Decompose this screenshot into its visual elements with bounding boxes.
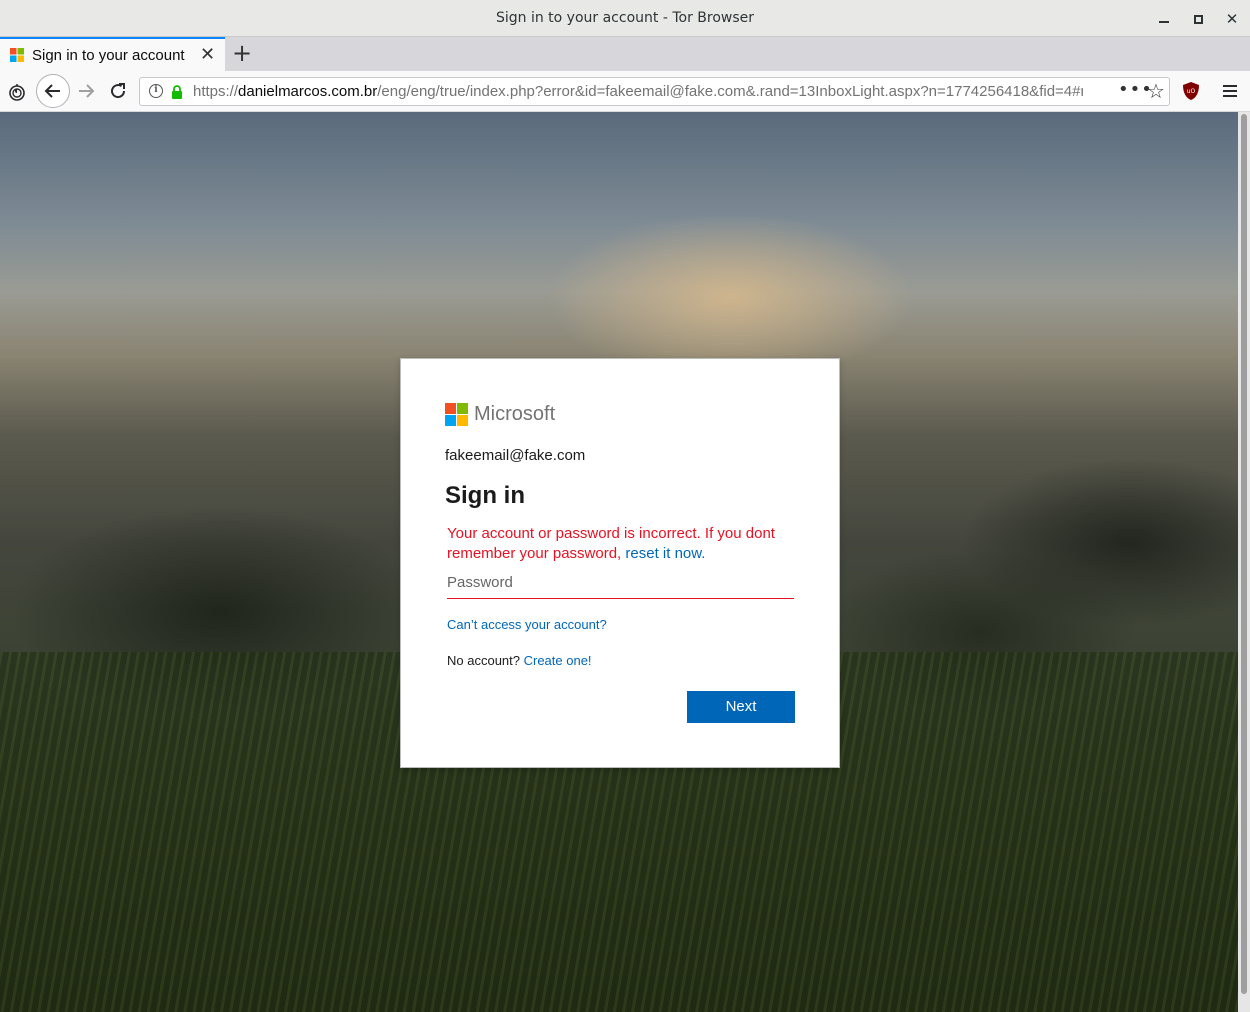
microsoft-wordmark: Microsoft — [474, 403, 556, 425]
url-path: /eng/eng/true/index.php?error&id=fakeema… — [377, 83, 1083, 100]
tab-label: Sign in to your account — [32, 47, 185, 64]
page-scrollbar[interactable] — [1238, 112, 1250, 1012]
no-account-label: No account? — [447, 653, 524, 668]
open-menu-button[interactable] — [1220, 81, 1240, 101]
svg-text:uO: uO — [1187, 88, 1196, 95]
url-bar[interactable]: i https://danielmarcos.com.br/eng/eng/tr… — [139, 77, 1170, 106]
forward-button[interactable] — [76, 81, 96, 101]
tab-sign-in[interactable]: Sign in to your account ✕ — [0, 37, 225, 71]
error-text: Your account or password is incorrect. I… — [447, 525, 775, 562]
microsoft-favicon-icon — [10, 48, 24, 62]
site-info-icon[interactable]: i — [149, 84, 163, 98]
close-icon: ✕ — [1225, 10, 1239, 28]
account-email: fakeemail@fake.com — [445, 447, 586, 464]
lock-icon[interactable] — [171, 85, 183, 99]
new-tab-button[interactable]: + — [232, 39, 252, 67]
reset-password-link[interactable]: reset it now. — [625, 545, 705, 562]
error-message: Your account or password is incorrect. I… — [447, 524, 807, 564]
tab-close-icon[interactable]: ✕ — [200, 44, 215, 65]
close-window-button[interactable]: ✕ — [1221, 8, 1243, 30]
reload-icon — [111, 83, 126, 99]
maximize-icon — [1193, 14, 1203, 24]
tab-strip: Sign in to your account ✕ + — [0, 37, 1250, 71]
ublock-origin-icon[interactable]: uO — [1182, 81, 1200, 101]
no-account-line: No account? Create one! — [447, 653, 592, 668]
reload-button[interactable] — [108, 81, 128, 101]
maximize-button[interactable] — [1187, 8, 1209, 30]
arrow-left-icon — [44, 84, 60, 98]
password-input[interactable] — [447, 570, 794, 599]
next-button[interactable]: Next — [687, 691, 795, 723]
window-title: Sign in to your account - Tor Browser — [495, 10, 755, 26]
cant-access-account-link[interactable]: Can’t access your account? — [447, 617, 607, 632]
tor-onion-icon[interactable] — [8, 83, 26, 101]
scrollbar-thumb[interactable] — [1241, 114, 1247, 994]
url-host: danielmarcos.com.br — [238, 83, 378, 100]
url-text[interactable]: https://danielmarcos.com.br/eng/eng/true… — [193, 83, 1083, 100]
window-titlebar: Sign in to your account - Tor Browser ✕ — [0, 0, 1250, 37]
back-button[interactable] — [36, 74, 70, 108]
microsoft-logo-icon — [445, 403, 468, 426]
hamburger-icon — [1223, 85, 1237, 97]
sign-in-card: Microsoft fakeemail@fake.com Sign in You… — [400, 358, 840, 768]
navigation-bar: i https://danielmarcos.com.br/eng/eng/tr… — [0, 71, 1250, 112]
url-scheme: https:// — [193, 83, 239, 100]
arrow-right-icon — [79, 84, 95, 98]
minimize-icon — [1159, 21, 1169, 23]
bookmark-star-icon[interactable]: ☆ — [1147, 79, 1165, 103]
create-account-link[interactable]: Create one! — [524, 653, 592, 668]
minimize-button[interactable] — [1153, 8, 1175, 30]
sign-in-heading: Sign in — [445, 482, 525, 509]
